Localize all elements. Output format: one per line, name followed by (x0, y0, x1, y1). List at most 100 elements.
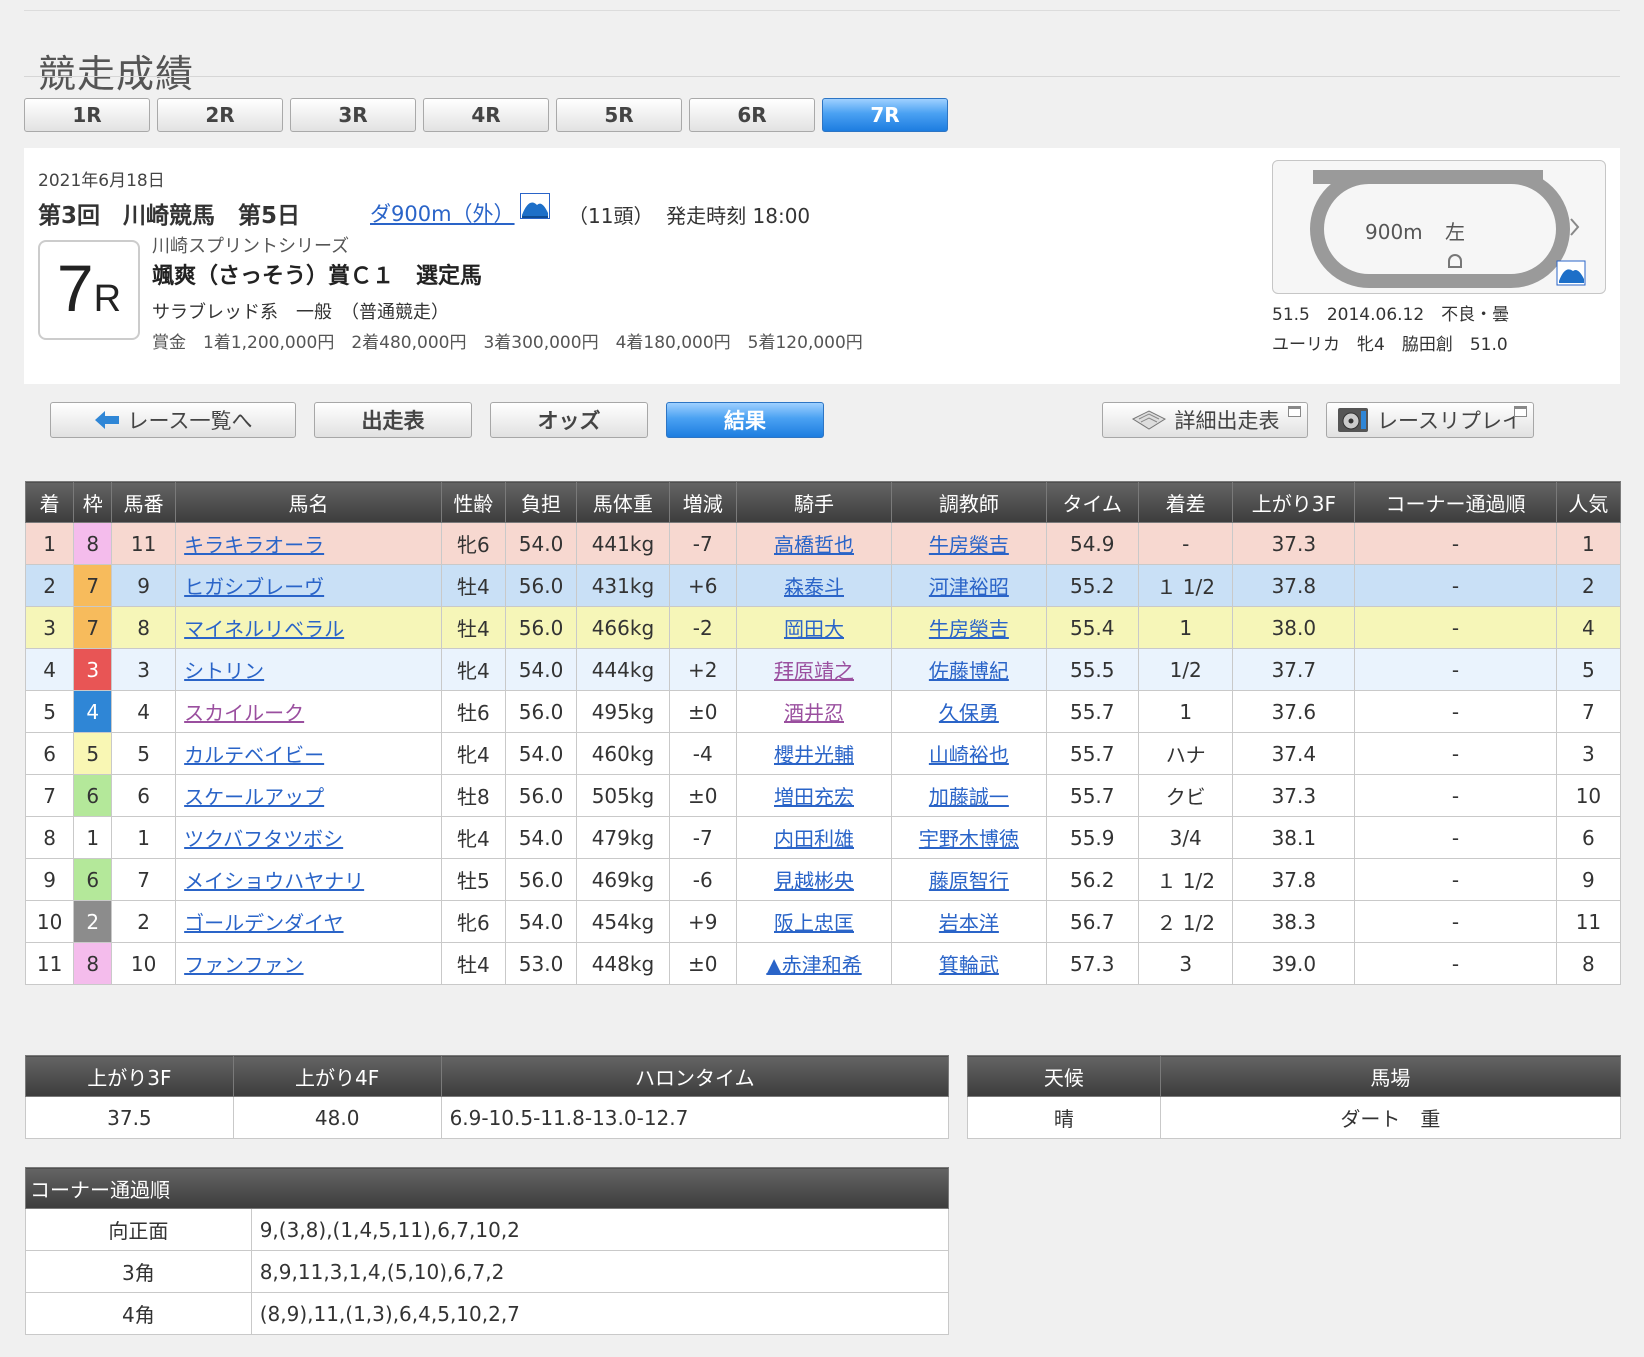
popularity: 5 (1555, 648, 1622, 691)
trainer-cell: 牛房榮吉 (891, 522, 1047, 565)
jockey-link[interactable]: ▲赤津和希 (766, 953, 861, 977)
trainer-cell: 箕輪武 (891, 942, 1047, 985)
horse-number: 2 (111, 900, 177, 943)
horse-link[interactable]: スケールアップ (184, 785, 324, 809)
corner-row: 3角 8,9,11,3,1,4,(5,10),6,7,2 (25, 1250, 950, 1293)
jockey-link[interactable]: 内田利雄 (774, 827, 854, 851)
horse-link[interactable]: ツクバフタツボシ (184, 827, 343, 851)
horse-name-cell: ヒガシブレーヴ (175, 564, 442, 607)
col-frame: 枠 (73, 481, 113, 523)
jockey-link[interactable]: 高橋哲也 (774, 533, 854, 557)
corner-order: - (1354, 816, 1557, 859)
horse-link[interactable]: ゴールデンダイヤ (184, 911, 343, 935)
body-weight: 431kg (576, 564, 670, 607)
trainer-cell: 藤原智行 (891, 858, 1047, 901)
race-replay-label: レースリプレイ (1377, 409, 1523, 433)
popularity: 4 (1555, 606, 1622, 649)
trainer-link[interactable]: 箕輪武 (939, 953, 999, 977)
sex-age: 牝6 (440, 900, 506, 943)
tab-6r[interactable]: 6R (689, 98, 815, 132)
horse-link[interactable]: カルテベイビー (184, 743, 324, 767)
horse-link[interactable]: メイショウハヤナリ (184, 869, 364, 893)
horse-number: 7 (111, 858, 177, 901)
corner-order-table: コーナー通過順 向正面 9,(3,8),(1,4,5,11),6,7,10,2 … (25, 1167, 950, 1335)
frame-badge: 3 (73, 648, 113, 691)
trainer-link[interactable]: 岩本洋 (939, 911, 999, 935)
tab-2r[interactable]: 2R (157, 98, 283, 132)
trainer-link[interactable]: 加藤誠一 (929, 785, 1009, 809)
weight-change: -7 (668, 522, 737, 565)
results-table: 着 枠 馬番 馬名 性齢 負担 馬体重 増減 騎手 調教師 タイム 着差 上がり… (24, 481, 1622, 985)
trainer-link[interactable]: 山崎裕也 (929, 743, 1009, 767)
horse-link[interactable]: ヒガシブレーヴ (184, 575, 324, 599)
jockey-link[interactable]: 見越彬央 (774, 869, 854, 893)
col-horse-number: 馬番 (111, 481, 177, 523)
tab-7r[interactable]: 7R (822, 98, 948, 132)
race-class: サラブレッド系 一般 （普通競走） (152, 302, 449, 323)
race-replay-button[interactable]: レースリプレイ (1326, 402, 1534, 438)
jockey-link[interactable]: 酒井忍 (784, 701, 844, 725)
col-last-3f: 上がり3F (25, 1055, 234, 1097)
trainer-cell: 山崎裕也 (891, 732, 1047, 775)
last-3f: 37.3 (1232, 774, 1356, 817)
trainer-link[interactable]: 河津裕昭 (929, 575, 1009, 599)
entries-button[interactable]: 出走表 (314, 402, 472, 438)
trainer-link[interactable]: 佐藤博紀 (929, 659, 1009, 683)
horse-link[interactable]: シトリン (184, 659, 264, 683)
back-to-race-list-button[interactable]: レース一覧へ (50, 402, 296, 438)
tab-3r[interactable]: 3R (290, 98, 416, 132)
jockey-link[interactable]: 岡田大 (784, 617, 844, 641)
margin: 3 (1137, 942, 1234, 985)
tab-4r[interactable]: 4R (423, 98, 549, 132)
corner-label: 4角 (25, 1292, 252, 1335)
table-row: 10 2 2 ゴールデンダイヤ 牝6 54.0 454kg +9 阪上忠匡 岩本… (24, 900, 1622, 943)
popularity: 6 (1555, 816, 1622, 859)
jockey-link[interactable]: 森泰斗 (784, 575, 844, 599)
horse-link[interactable]: キラキラオーラ (184, 533, 324, 557)
trainer-link[interactable]: 宇野木博徳 (919, 827, 1019, 851)
finish: 3 (24, 606, 75, 649)
horse-link[interactable]: マイネルリベラル (184, 617, 344, 641)
sex-age: 牝4 (440, 816, 506, 859)
margin: 1 (1137, 690, 1234, 733)
jockey-link[interactable]: 櫻井光輔 (774, 743, 854, 767)
finish: 11 (24, 942, 75, 985)
horse-number: 5 (111, 732, 177, 775)
sex-age: 牡8 (440, 774, 506, 817)
col-margin: 着差 (1137, 481, 1234, 523)
jockey-link[interactable]: 増田充宏 (774, 785, 854, 809)
results-button[interactable]: 結果 (666, 402, 824, 438)
jockey-link[interactable]: 阪上忠匡 (774, 911, 854, 935)
trainer-link[interactable]: 牛房榮吉 (929, 617, 1009, 641)
trainer-link[interactable]: 久保勇 (939, 701, 999, 725)
table-row: 4 3 3 シトリン 牝4 54.0 444kg +2 拜原靖之 佐藤博紀 55… (24, 648, 1622, 691)
horse-name-cell: メイショウハヤナリ (175, 858, 442, 901)
course-link[interactable]: ダ900m（外） (370, 198, 515, 228)
odds-button[interactable]: オッズ (490, 402, 648, 438)
horse-number: 10 (111, 942, 177, 985)
sex-age: 牝4 (440, 648, 506, 691)
jockey-link[interactable]: 拜原靖之 (774, 659, 854, 683)
tab-1r[interactable]: 1R (24, 98, 150, 132)
weight-change: -7 (668, 816, 737, 859)
trainer-link[interactable]: 藤原智行 (929, 869, 1009, 893)
frame-badge: 7 (73, 564, 113, 607)
corner-order: - (1354, 732, 1557, 775)
tab-5r[interactable]: 5R (556, 98, 682, 132)
table-row: 8 1 1 ツクバフタツボシ 牝4 54.0 479kg -7 内田利雄 宇野木… (24, 816, 1622, 859)
track-condition-table: 天候 馬場 晴 ダート 重 (967, 1055, 1622, 1139)
popularity: 1 (1555, 522, 1622, 565)
course-weather-icon[interactable] (520, 193, 550, 219)
course-map[interactable]: 900m 左 (1272, 160, 1606, 294)
horse-link[interactable]: スカイルーク (184, 701, 304, 725)
horse-link[interactable]: ファンファン (184, 953, 303, 977)
last-3f: 37.4 (1232, 732, 1356, 775)
newspaper-icon (1131, 410, 1166, 430)
horse-number: 11 (111, 522, 177, 565)
weight-change: -2 (668, 606, 737, 649)
course-track-diagram: 900m 左 (1310, 170, 1586, 288)
trainer-link[interactable]: 牛房榮吉 (929, 533, 1009, 557)
jockey-cell: 増田充宏 (735, 774, 893, 817)
detail-entries-button[interactable]: 詳細出走表 (1102, 402, 1308, 438)
course-record: 51.5 2014.06.12 不良・曇 (1272, 305, 1510, 325)
